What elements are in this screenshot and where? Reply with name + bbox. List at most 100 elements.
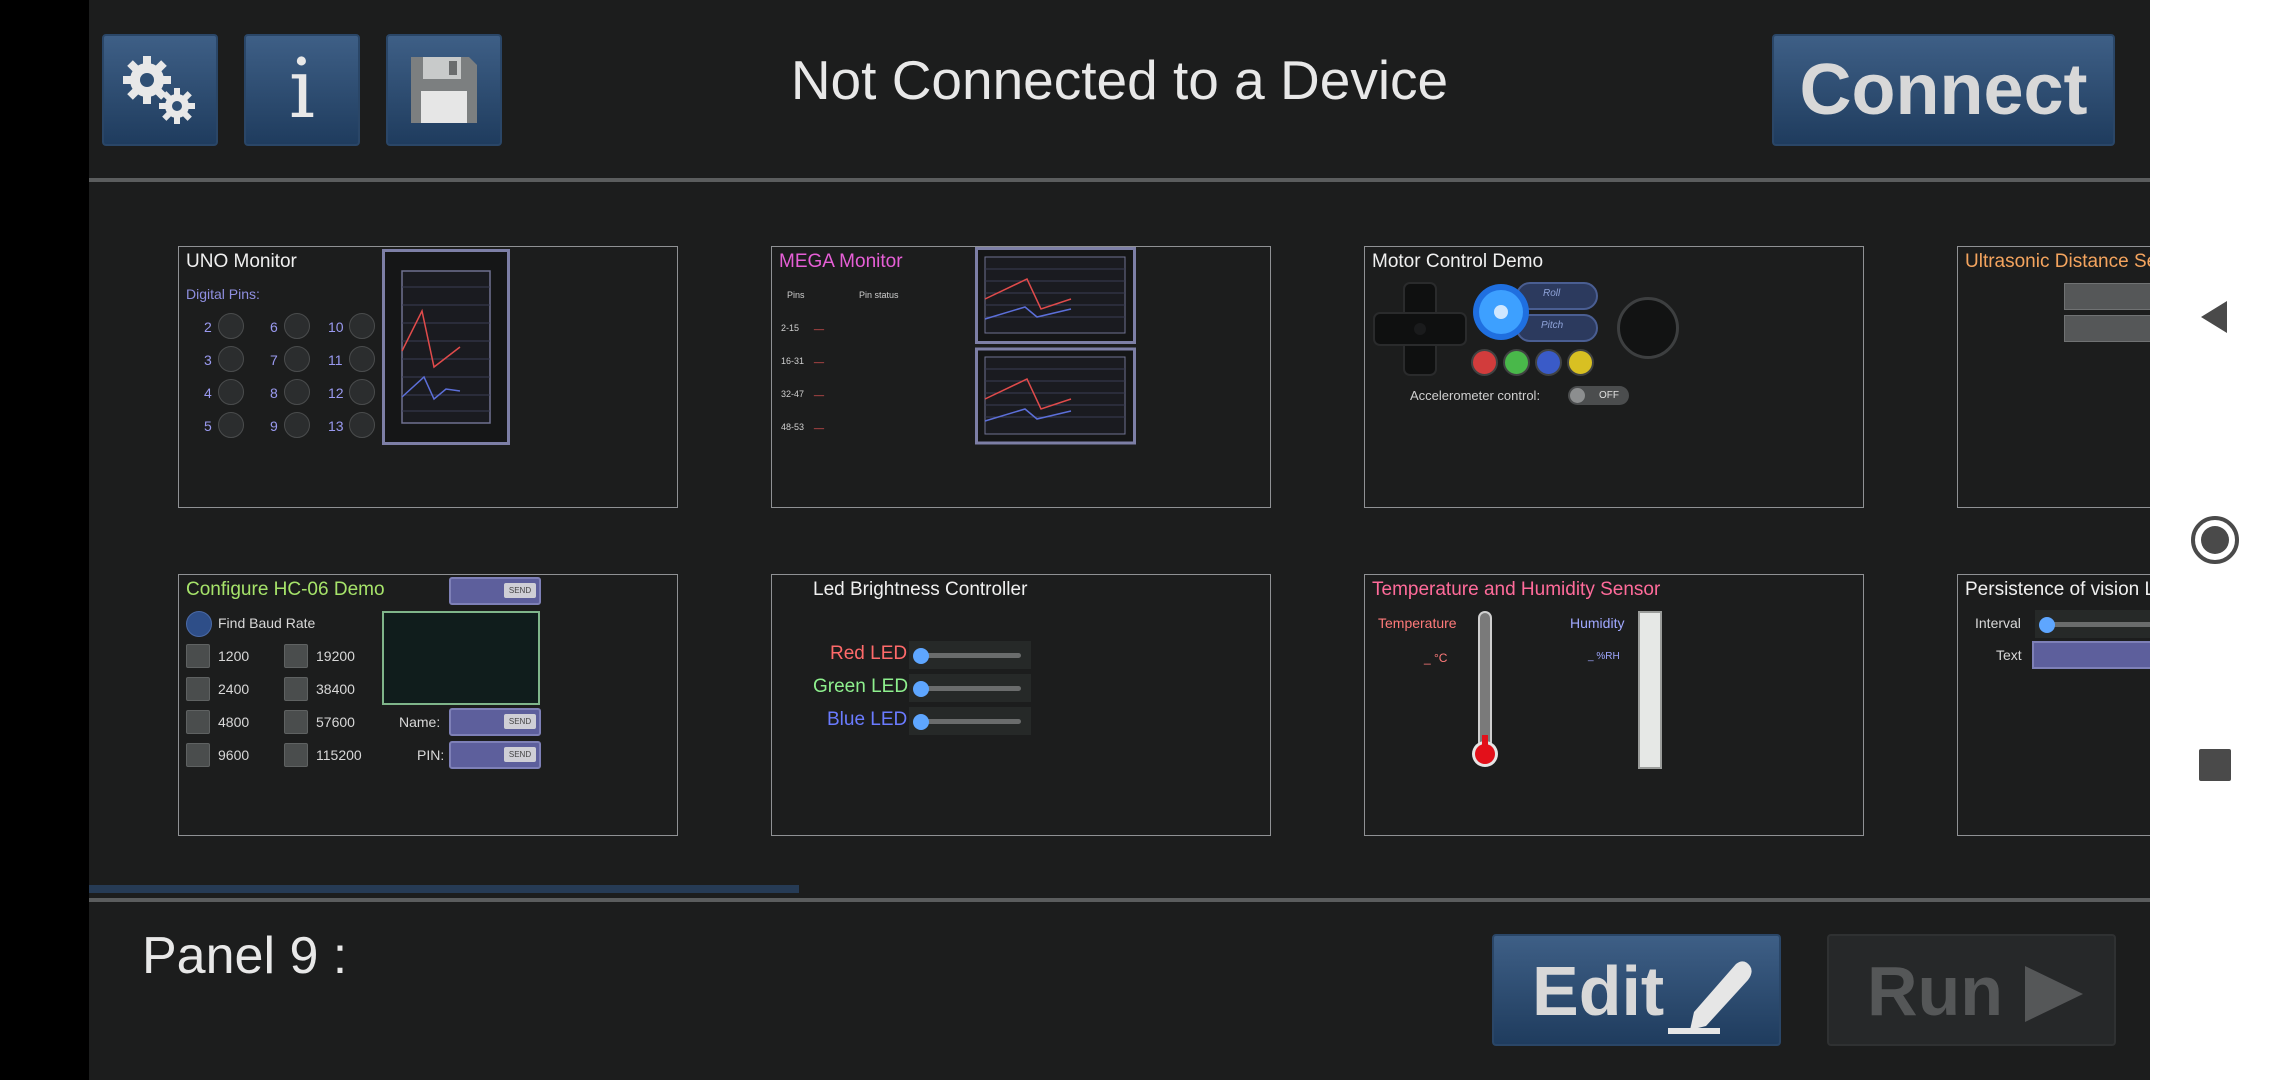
baud-rate-checkbox[interactable] xyxy=(186,743,210,767)
back-button[interactable] xyxy=(2150,262,2280,372)
pin-indicator xyxy=(218,346,244,372)
panel-title: Ultrasonic Distance Se xyxy=(1965,251,2150,272)
distance-display xyxy=(2064,283,2150,310)
pin-indicator xyxy=(349,412,375,438)
dpad-icon[interactable] xyxy=(1372,281,1468,377)
home-circle-icon xyxy=(2191,516,2239,564)
green-button[interactable] xyxy=(1503,349,1530,376)
pin-status-value: __ xyxy=(814,320,825,330)
app-window: i Not Connected to a Device Connect UNO … xyxy=(89,0,2150,1080)
interval-slider[interactable] xyxy=(2035,610,2150,638)
play-icon xyxy=(2025,966,2083,1022)
pin-send-button[interactable]: SEND xyxy=(449,741,541,769)
baud-rate-checkbox[interactable] xyxy=(186,677,210,701)
green-led-label: Green LED xyxy=(813,676,909,697)
humidity-value: _ %RH xyxy=(1588,651,1620,662)
send-label: SEND xyxy=(504,714,536,729)
pin-status-value: __ xyxy=(814,353,825,363)
home-button[interactable] xyxy=(2150,485,2280,595)
slider-knob[interactable] xyxy=(2039,617,2055,633)
panel-ultrasonic[interactable]: Ultrasonic Distance Se xyxy=(1957,246,2150,508)
baud-rate-label: 2400 xyxy=(218,681,250,697)
accelerometer-toggle[interactable]: OFF xyxy=(1568,386,1629,405)
pin-label: 2 xyxy=(204,319,212,335)
red-led-slider[interactable] xyxy=(909,641,1031,669)
baud-rate-checkbox[interactable] xyxy=(186,644,210,668)
pin-label: 13 xyxy=(328,418,344,434)
thermometer-icon xyxy=(1472,611,1498,767)
panel-title: UNO Monitor xyxy=(186,251,297,272)
top-divider xyxy=(89,178,2150,182)
baud-rate-checkbox[interactable] xyxy=(284,644,308,668)
horizontal-scrollbar[interactable] xyxy=(89,885,799,893)
panel-temp-humidity[interactable]: Temperature and Humidity Sensor Temperat… xyxy=(1364,574,1864,836)
green-led-slider[interactable] xyxy=(909,674,1031,702)
interval-label: Interval xyxy=(1975,615,2021,631)
pin-range: 2-15 xyxy=(781,323,800,333)
panel-mega-monitor[interactable]: MEGA Monitor Pins Pin status 2-15 __ 16-… xyxy=(771,246,1271,508)
roll-label: Roll xyxy=(1543,288,1561,299)
pin-indicator xyxy=(218,313,244,339)
pin-range: 48-53 xyxy=(781,422,805,432)
pin-label: 9 xyxy=(270,418,278,434)
pin-indicator xyxy=(284,346,310,372)
find-baud-rate-label: Find Baud Rate xyxy=(218,615,316,631)
slider-knob[interactable] xyxy=(913,648,929,664)
panel-number-label: Panel 9 : xyxy=(142,927,348,985)
toggle-thumb xyxy=(1570,388,1585,403)
slider-track xyxy=(919,719,1021,724)
baud-rate-checkbox[interactable] xyxy=(186,710,210,734)
output-console xyxy=(382,611,540,705)
run-button[interactable]: Run xyxy=(1827,934,2116,1046)
send-button[interactable]: SEND xyxy=(449,577,541,605)
roll-pitch-control[interactable] xyxy=(1471,281,1599,347)
name-send-button[interactable]: SEND xyxy=(449,708,541,736)
connect-button[interactable]: Connect xyxy=(1772,34,2115,146)
panel-title: MEGA Monitor xyxy=(779,251,903,272)
baud-rate-checkbox[interactable] xyxy=(284,710,308,734)
blue-button[interactable] xyxy=(1535,349,1562,376)
panel-uno-monitor[interactable]: UNO Monitor Digital Pins: 2 3 4 5 6 7 8 … xyxy=(178,246,678,508)
panel-persistence-of-vision[interactable]: Persistence of vision L Interval Text xyxy=(1957,574,2150,836)
panel-led-brightness[interactable]: Led Brightness Controller Red LED Green … xyxy=(771,574,1271,836)
send-label: SEND xyxy=(504,747,536,762)
panel-title: Temperature and Humidity Sensor xyxy=(1372,579,1661,600)
blue-led-slider[interactable] xyxy=(909,707,1031,735)
humidity-label: Humidity xyxy=(1570,615,1625,631)
find-baud-rate-button[interactable] xyxy=(186,611,212,637)
recents-button[interactable] xyxy=(2150,710,2280,820)
pin-range: 32-47 xyxy=(781,389,805,399)
slider-knob[interactable] xyxy=(913,681,929,697)
pin-label: 4 xyxy=(204,385,212,401)
text-input[interactable] xyxy=(2032,641,2150,669)
pin-label: PIN: xyxy=(417,747,445,763)
edit-button[interactable]: Edit xyxy=(1492,934,1781,1046)
pin-indicator xyxy=(284,313,310,339)
pin-indicator xyxy=(349,346,375,372)
system-navigation-bar xyxy=(2150,0,2280,1080)
panel-title: Motor Control Demo xyxy=(1372,251,1544,272)
pencil-icon xyxy=(1668,961,1752,1034)
baud-rate-checkbox[interactable] xyxy=(284,743,308,767)
toggle-state: OFF xyxy=(1599,390,1619,401)
baud-rate-checkbox[interactable] xyxy=(284,677,308,701)
pin-indicator xyxy=(349,379,375,405)
blue-led-label: Blue LED xyxy=(827,709,908,730)
panel-hc06-config[interactable]: Configure HC-06 Demo SEND Find Baud Rate… xyxy=(178,574,678,836)
slider-knob[interactable] xyxy=(913,714,929,730)
baud-rate-label: 57600 xyxy=(316,714,355,730)
temperature-value: _ °C xyxy=(1424,651,1448,665)
text-label: Text xyxy=(1996,647,2022,663)
slider-track xyxy=(2045,622,2150,627)
red-led-label: Red LED xyxy=(830,643,908,664)
speed-knob[interactable] xyxy=(1617,297,1679,359)
pin-status-value: __ xyxy=(814,419,825,429)
recents-square-icon xyxy=(2199,749,2231,781)
panel-motor-control[interactable]: Motor Control Demo Roll Pitch Accelerome… xyxy=(1364,246,1864,508)
yellow-button[interactable] xyxy=(1567,349,1594,376)
mega-graphs xyxy=(975,247,1136,445)
pin-label: 7 xyxy=(270,352,278,368)
pin-label: 5 xyxy=(204,418,212,434)
red-button[interactable] xyxy=(1471,349,1498,376)
distance-display xyxy=(2064,315,2150,342)
